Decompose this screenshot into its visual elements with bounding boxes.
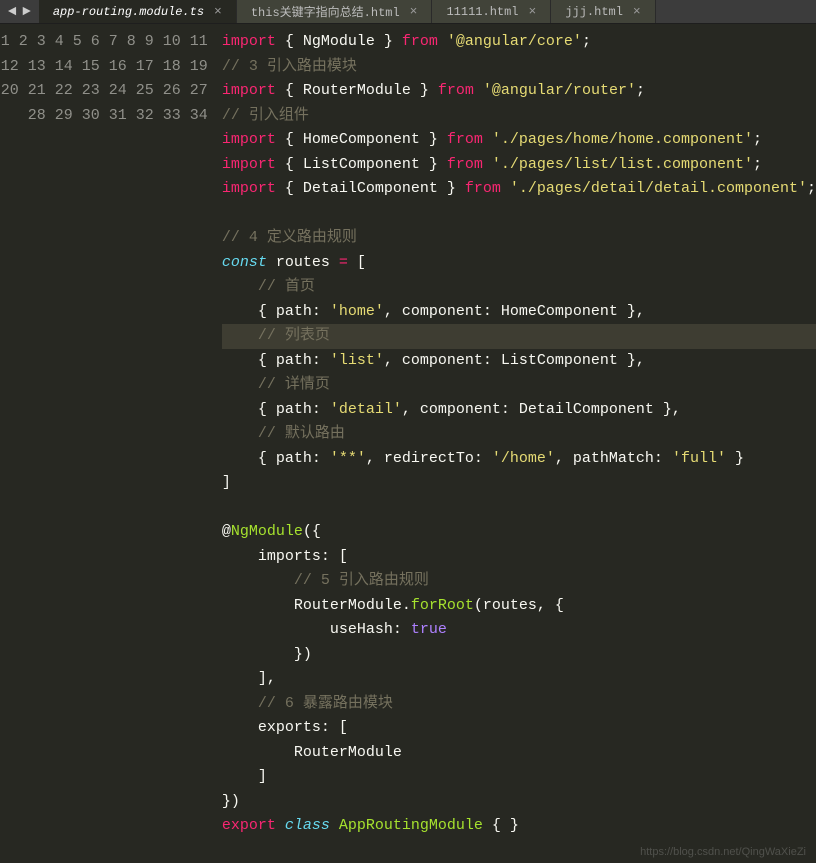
code-line: // 首页 [222,275,816,300]
close-icon[interactable]: × [214,4,222,19]
code-line: }) [222,643,816,668]
titlebar: ◄ ► app-routing.module.ts×this关键字指向总结.ht… [0,0,816,24]
code-line: // 详情页 [222,373,816,398]
code-line: // 3 引入路由模块 [222,55,816,80]
code-line: imports: [ [222,545,816,570]
code-line: @NgModule({ [222,520,816,545]
code-line: import { DetailComponent } from './pages… [222,177,816,202]
code-line [222,496,816,521]
close-icon[interactable]: × [529,4,537,19]
editor: 1 2 3 4 5 6 7 8 9 10 11 12 13 14 15 16 1… [0,24,816,862]
tab-0[interactable]: app-routing.module.ts × [39,0,237,23]
tab-2[interactable]: 11111.html × [432,0,551,23]
tab-1[interactable]: this关键字指向总结.html × [237,0,433,23]
code-line: // 默认路由 [222,422,816,447]
nav-arrows: ◄ ► [0,4,39,20]
code-line: { path: 'detail', component: DetailCompo… [222,398,816,423]
code-line: exports: [ [222,716,816,741]
code-line: ] [222,471,816,496]
code-line: import { ListComponent } from './pages/l… [222,153,816,178]
code-line: // 4 定义路由规则 [222,226,816,251]
code-line: { path: '**', redirectTo: '/home', pathM… [222,447,816,472]
code-line: RouterModule [222,741,816,766]
nav-back-icon[interactable]: ◄ [8,4,16,20]
code-line: useHash: true [222,618,816,643]
code-line: { path: 'home', component: HomeComponent… [222,300,816,325]
tabs-container: app-routing.module.ts×this关键字指向总结.html×1… [39,0,656,23]
tab-label: this关键字指向总结.html [251,3,400,20]
code-line: }) [222,790,816,815]
code-line: ], [222,667,816,692]
code-line: import { HomeComponent } from './pages/h… [222,128,816,153]
code-line: // 列表页 [222,324,816,349]
nav-forward-icon[interactable]: ► [22,4,30,20]
code-line: // 引入组件 [222,104,816,129]
tab-label: app-routing.module.ts [53,5,204,19]
line-gutter: 1 2 3 4 5 6 7 8 9 10 11 12 13 14 15 16 1… [0,24,222,862]
code-line: import { RouterModule } from '@angular/r… [222,79,816,104]
tab-3[interactable]: jjj.html × [551,0,655,23]
tab-label: jjj.html [565,5,623,19]
code-line: // 5 引入路由规则 [222,569,816,594]
code-line: { path: 'list', component: ListComponent… [222,349,816,374]
tab-label: 11111.html [446,5,518,19]
code-line: import { NgModule } from '@angular/core'… [222,30,816,55]
code-line: const routes = [ [222,251,816,276]
close-icon[interactable]: × [410,4,418,19]
code-line: ] [222,765,816,790]
code-line: // 6 暴露路由模块 [222,692,816,717]
watermark: https://blog.csdn.net/QingWaXieZi [640,846,806,858]
code-line: RouterModule.forRoot(routes, { [222,594,816,619]
close-icon[interactable]: × [633,4,641,19]
code-line: export class AppRoutingModule { } [222,814,816,839]
code-area[interactable]: import { NgModule } from '@angular/core'… [222,24,816,862]
code-line [222,202,816,227]
